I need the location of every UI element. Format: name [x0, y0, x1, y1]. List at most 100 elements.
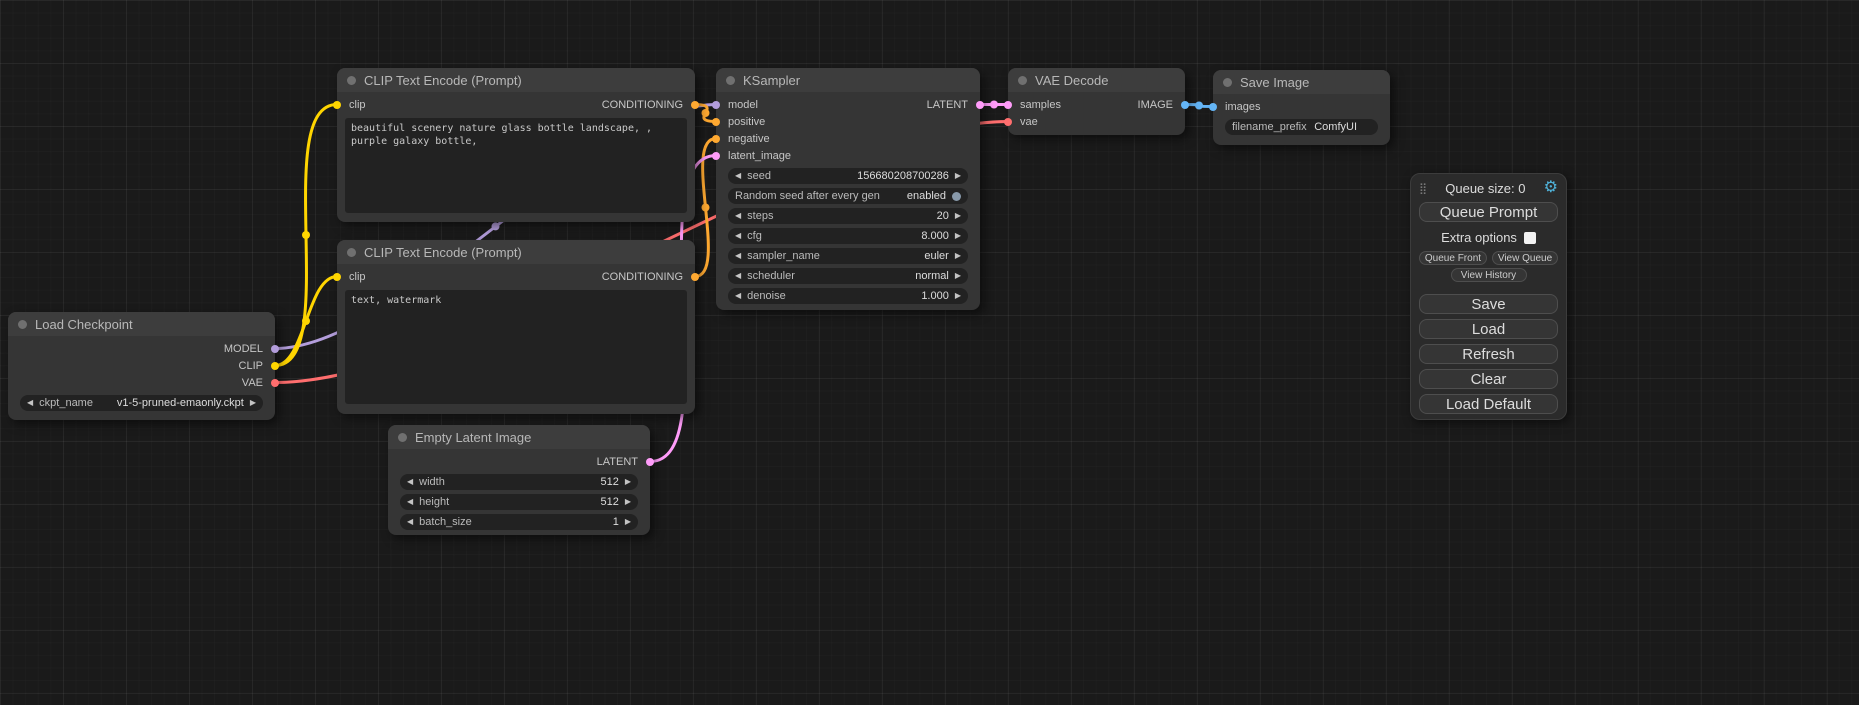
- model-output-slot[interactable]: [271, 345, 279, 353]
- latent-output-slot[interactable]: [976, 101, 984, 109]
- collapse-dot-icon[interactable]: [1223, 78, 1232, 87]
- node-title-bar[interactable]: CLIP Text Encode (Prompt): [337, 68, 695, 92]
- collapse-dot-icon[interactable]: [18, 320, 27, 329]
- widget-value: 512: [455, 496, 619, 508]
- settings-gear-icon[interactable]: ⚙: [1544, 180, 1558, 196]
- seed-widget[interactable]: ◀ seed 156680208700286 ▶: [728, 168, 968, 184]
- widget-label: denoise: [747, 290, 786, 302]
- increment-icon[interactable]: ▶: [625, 498, 631, 506]
- width-widget[interactable]: ◀ width 512 ▶: [400, 474, 638, 490]
- clip-input-label: clip: [349, 271, 366, 283]
- steps-widget[interactable]: ◀ steps 20 ▶: [728, 208, 968, 224]
- queue-front-button[interactable]: Queue Front: [1419, 251, 1487, 265]
- load-button[interactable]: Load: [1419, 319, 1558, 339]
- filename-prefix-widget[interactable]: filename_prefix ComfyUI: [1225, 119, 1378, 135]
- node-title: Empty Latent Image: [415, 430, 531, 445]
- sampler-name-widget[interactable]: ◀ sampler_name euler ▶: [728, 248, 968, 264]
- vae-output-slot[interactable]: [271, 379, 279, 387]
- node-title-bar[interactable]: Empty Latent Image: [388, 425, 650, 449]
- widget-label: cfg: [747, 230, 762, 242]
- drag-handle-icon[interactable]: ⣿: [1419, 182, 1427, 195]
- view-history-button[interactable]: View History: [1451, 268, 1527, 282]
- node-ksampler[interactable]: KSampler model LATENT positive negative …: [716, 68, 980, 310]
- ckpt-name-widget[interactable]: ◀ ckpt_name v1-5-pruned-emaonly.ckpt ▶: [20, 395, 263, 411]
- decrement-icon[interactable]: ◀: [27, 399, 33, 407]
- increment-icon[interactable]: ▶: [955, 212, 961, 220]
- load-default-button[interactable]: Load Default: [1419, 394, 1558, 414]
- extra-options-checkbox[interactable]: [1524, 232, 1536, 244]
- increment-icon[interactable]: ▶: [955, 252, 961, 260]
- decrement-icon[interactable]: ◀: [735, 272, 741, 280]
- decrement-icon[interactable]: ◀: [735, 252, 741, 260]
- negative-prompt-textarea[interactable]: text, watermark: [345, 290, 687, 404]
- increment-icon[interactable]: ▶: [625, 518, 631, 526]
- conditioning-output-slot[interactable]: [691, 273, 699, 281]
- decrement-icon[interactable]: ◀: [735, 212, 741, 220]
- widget-label: filename_prefix: [1232, 121, 1307, 133]
- node-title-bar[interactable]: VAE Decode: [1008, 68, 1185, 92]
- latent-output-slot[interactable]: [646, 458, 654, 466]
- cfg-widget[interactable]: ◀ cfg 8.000 ▶: [728, 228, 968, 244]
- slot-row: images: [1213, 98, 1390, 115]
- model-input-label: model: [728, 99, 758, 111]
- decrement-icon[interactable]: ◀: [735, 232, 741, 240]
- node-save-image[interactable]: Save Image images filename_prefix ComfyU…: [1213, 70, 1390, 145]
- save-button[interactable]: Save: [1419, 294, 1558, 314]
- decrement-icon[interactable]: ◀: [407, 518, 413, 526]
- increment-icon[interactable]: ▶: [955, 272, 961, 280]
- increment-icon[interactable]: ▶: [955, 292, 961, 300]
- node-title-bar[interactable]: Load Checkpoint: [8, 312, 275, 336]
- widget-value: 156680208700286: [777, 170, 949, 182]
- batch-size-widget[interactable]: ◀ batch_size 1 ▶: [400, 514, 638, 530]
- model-input-slot[interactable]: [712, 101, 720, 109]
- denoise-widget[interactable]: ◀ denoise 1.000 ▶: [728, 288, 968, 304]
- node-title-bar[interactable]: KSampler: [716, 68, 980, 92]
- positive-prompt-textarea[interactable]: beautiful scenery nature glass bottle la…: [345, 118, 687, 213]
- decrement-icon[interactable]: ◀: [735, 292, 741, 300]
- scheduler-widget[interactable]: ◀ scheduler normal ▶: [728, 268, 968, 284]
- samples-input-slot[interactable]: [1004, 101, 1012, 109]
- increment-icon[interactable]: ▶: [955, 172, 961, 180]
- positive-input-slot[interactable]: [712, 118, 720, 126]
- collapse-dot-icon[interactable]: [347, 76, 356, 85]
- node-clip-text-encode-positive[interactable]: CLIP Text Encode (Prompt) clip CONDITION…: [337, 68, 695, 222]
- decrement-icon[interactable]: ◀: [407, 498, 413, 506]
- latent-image-input-label: latent_image: [728, 150, 791, 162]
- latent-image-input-slot[interactable]: [712, 152, 720, 160]
- conditioning-output-slot[interactable]: [691, 101, 699, 109]
- slot-row: clip CONDITIONING: [337, 96, 695, 113]
- images-input-slot[interactable]: [1209, 103, 1217, 111]
- node-graph-canvas[interactable]: Load Checkpoint MODEL CLIP VAE ◀ ckpt_na…: [0, 0, 1859, 705]
- extra-options-label: Extra options: [1441, 230, 1517, 245]
- toggle-knob-icon[interactable]: [952, 192, 961, 201]
- node-vae-decode[interactable]: VAE Decode samples IMAGE vae: [1008, 68, 1185, 135]
- collapse-dot-icon[interactable]: [1018, 76, 1027, 85]
- random-seed-toggle-widget[interactable]: Random seed after every gen enabled: [728, 188, 968, 204]
- widget-value: enabled: [886, 190, 946, 202]
- refresh-button[interactable]: Refresh: [1419, 344, 1558, 364]
- negative-input-slot[interactable]: [712, 135, 720, 143]
- node-title-bar[interactable]: Save Image: [1213, 70, 1390, 94]
- node-empty-latent-image[interactable]: Empty Latent Image LATENT ◀ width 512 ▶ …: [388, 425, 650, 535]
- height-widget[interactable]: ◀ height 512 ▶: [400, 494, 638, 510]
- clip-output-slot[interactable]: [271, 362, 279, 370]
- clear-button[interactable]: Clear: [1419, 369, 1558, 389]
- collapse-dot-icon[interactable]: [726, 76, 735, 85]
- node-load-checkpoint[interactable]: Load Checkpoint MODEL CLIP VAE ◀ ckpt_na…: [8, 312, 275, 420]
- collapse-dot-icon[interactable]: [347, 248, 356, 257]
- clip-input-slot[interactable]: [333, 101, 341, 109]
- node-clip-text-encode-negative[interactable]: CLIP Text Encode (Prompt) clip CONDITION…: [337, 240, 695, 414]
- node-title: CLIP Text Encode (Prompt): [364, 245, 522, 260]
- increment-icon[interactable]: ▶: [625, 478, 631, 486]
- increment-icon[interactable]: ▶: [250, 399, 256, 407]
- decrement-icon[interactable]: ◀: [407, 478, 413, 486]
- vae-input-slot[interactable]: [1004, 118, 1012, 126]
- collapse-dot-icon[interactable]: [398, 433, 407, 442]
- clip-input-slot[interactable]: [333, 273, 341, 281]
- decrement-icon[interactable]: ◀: [735, 172, 741, 180]
- image-output-slot[interactable]: [1181, 101, 1189, 109]
- node-title-bar[interactable]: CLIP Text Encode (Prompt): [337, 240, 695, 264]
- queue-prompt-button[interactable]: Queue Prompt: [1419, 202, 1558, 222]
- view-queue-button[interactable]: View Queue: [1492, 251, 1558, 265]
- increment-icon[interactable]: ▶: [955, 232, 961, 240]
